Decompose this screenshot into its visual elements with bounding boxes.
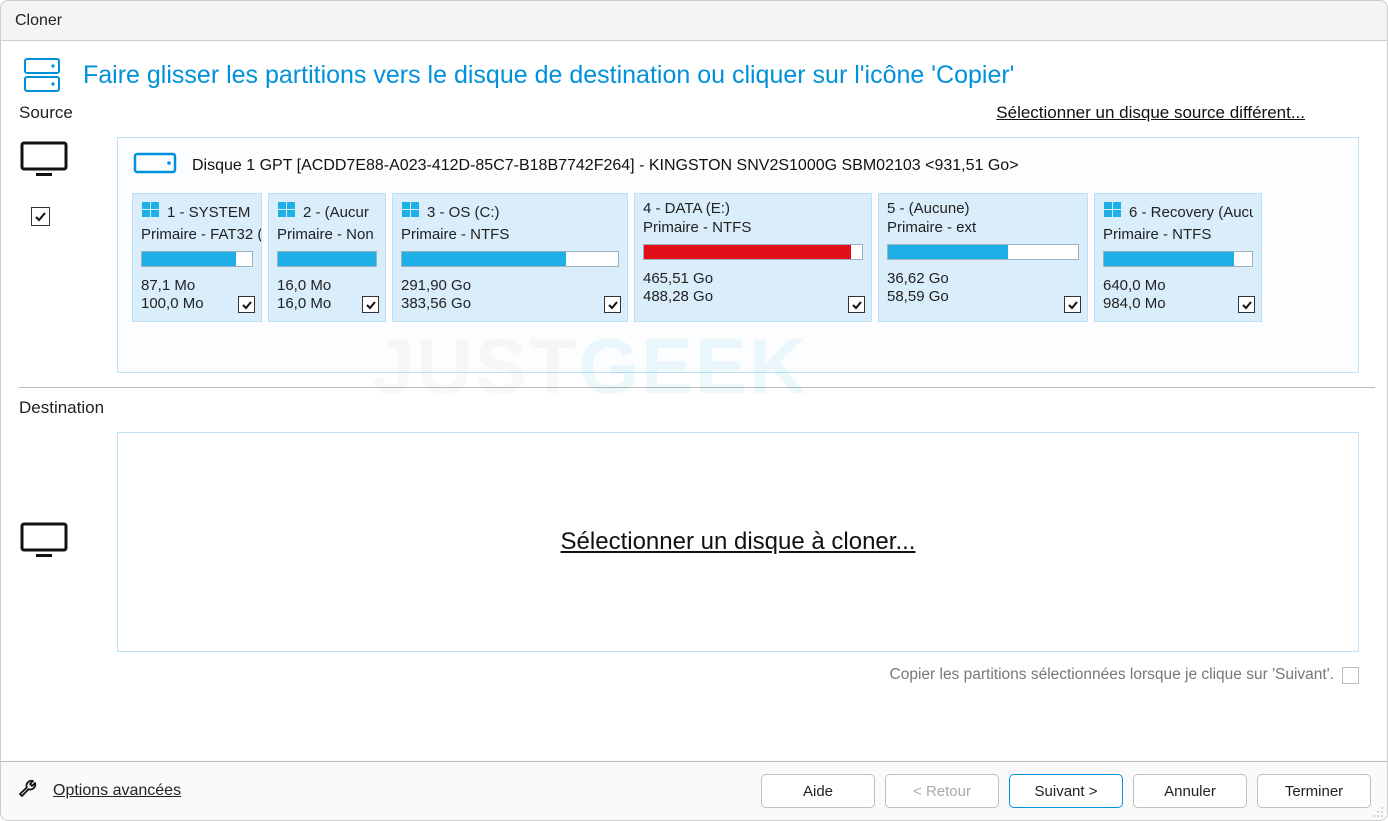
partition-title: 6 - Recovery (Aucu [1129, 204, 1253, 221]
disk-stack-icon [19, 55, 69, 95]
partition-used: 36,62 Go [887, 270, 1079, 288]
destination-label: Destination [19, 398, 109, 418]
destination-area: Sélectionner un disque à cloner... [19, 432, 1375, 652]
disk-title: Disque 1 GPT [ACDD7E88-A023-412D-85C7-B1… [192, 157, 1019, 175]
partition-used: 87,1 Mo [141, 277, 253, 295]
partition-title: 4 - DATA (E:) [643, 200, 730, 217]
help-button[interactable]: Aide [761, 774, 875, 808]
footer: Options avancées Aide < Retour Suivant >… [1, 761, 1387, 820]
usage-bar [401, 251, 619, 267]
usage-bar [887, 244, 1079, 260]
partition-total: 984,0 Mo [1103, 295, 1253, 313]
partition-type: Primaire - NTFS [643, 219, 863, 236]
partition-checkbox[interactable] [1064, 296, 1081, 313]
destination-pane[interactable]: Sélectionner un disque à cloner... [117, 432, 1359, 652]
disk-title-row: Disque 1 GPT [ACDD7E88-A023-412D-85C7-B1… [132, 150, 1344, 181]
resize-grip-icon[interactable] [1372, 805, 1384, 817]
usage-bar [277, 251, 377, 267]
source-label-row: Source Sélectionner un disque source dif… [19, 103, 1375, 123]
partition-card[interactable]: 3 - OS (C:) Primaire - NTFS 291,90 Go383,5… [392, 193, 628, 322]
partition-checkbox[interactable] [1238, 296, 1255, 313]
monitor-icon [19, 518, 69, 566]
app-window: Cloner Faire glisser les partitions vers… [0, 0, 1388, 821]
partition-title: 5 - (Aucune) [887, 200, 970, 217]
advanced-options-link[interactable]: Options avancées [15, 775, 181, 808]
partition-type: Primaire - FAT32 (I [141, 226, 253, 243]
partition-used: 291,90 Go [401, 277, 619, 295]
partition-used: 465,51 Go [643, 270, 863, 288]
dest-label-row: Destination [19, 398, 1375, 418]
divider [19, 387, 1375, 388]
windows-icon [401, 200, 421, 224]
source-disk-pane: Disque 1 GPT [ACDD7E88-A023-412D-85C7-B1… [117, 137, 1359, 373]
header: Faire glisser les partitions vers le dis… [19, 55, 1375, 95]
usage-bar [1103, 251, 1253, 267]
partition-total: 100,0 Mo [141, 295, 253, 313]
instruction-text: Faire glisser les partitions vers le dis… [83, 61, 1014, 90]
partition-used: 640,0 Mo [1103, 277, 1253, 295]
body: Faire glisser les partitions vers le dis… [1, 41, 1387, 753]
partitions-row: 1 - SYSTEM (APrimaire - FAT32 (I87,1 Mo1… [132, 193, 1344, 322]
copy-on-next-label: Copier les partitions sélectionnées lors… [890, 666, 1334, 684]
partition-title: 1 - SYSTEM (A [167, 204, 253, 221]
partition-card[interactable]: 4 - DATA (E:) Primaire - NTFS 465,51 Go488… [634, 193, 872, 322]
disk-icon [132, 150, 178, 181]
partition-checkbox[interactable] [238, 296, 255, 313]
partition-checkbox[interactable] [362, 296, 379, 313]
titlebar: Cloner [1, 1, 1387, 41]
partition-type: Primaire - NTFS [401, 226, 619, 243]
source-area: Disque 1 GPT [ACDD7E88-A023-412D-85C7-B1… [19, 137, 1375, 373]
partition-type: Primaire - Non [277, 226, 377, 243]
usage-bar [141, 251, 253, 267]
source-label: Source [19, 103, 109, 123]
partition-checkbox[interactable] [604, 296, 621, 313]
partition-total: 488,28 Go [643, 288, 863, 306]
partition-checkbox[interactable] [848, 296, 865, 313]
partition-card[interactable]: 2 - (AucurPrimaire - Non16,0 Mo16,0 Mo [268, 193, 386, 322]
wrench-icon [15, 775, 43, 808]
partition-card[interactable]: 5 - (Aucune) Primaire - ext 36,62 Go58,59 … [878, 193, 1088, 322]
partition-type: Primaire - NTFS [1103, 226, 1253, 243]
partition-title: 3 - OS (C:) [427, 204, 500, 221]
back-button[interactable]: < Retour [885, 774, 999, 808]
select-destination-link[interactable]: Sélectionner un disque à cloner... [561, 528, 916, 556]
copy-on-next-checkbox[interactable] [1342, 667, 1359, 684]
partition-total: 383,56 Go [401, 295, 619, 313]
finish-button[interactable]: Terminer [1257, 774, 1371, 808]
window-title: Cloner [15, 12, 62, 30]
windows-icon [1103, 200, 1123, 224]
select-other-source-link[interactable]: Sélectionner un disque source différent.… [996, 103, 1305, 123]
partition-used: 16,0 Mo [277, 277, 377, 295]
windows-icon [141, 200, 161, 224]
partition-card[interactable]: 1 - SYSTEM (A Primaire - FAT32 (I 87,1 Mo1… [132, 193, 262, 322]
copy-on-next-row: Copier les partitions sélectionnées lors… [19, 666, 1375, 684]
partition-title: 2 - (Aucur [303, 204, 369, 221]
usage-bar [643, 244, 863, 260]
source-disk-checkbox[interactable] [31, 207, 50, 226]
cancel-button[interactable]: Annuler [1133, 774, 1247, 808]
monitor-icon [19, 137, 69, 185]
partition-card[interactable]: 6 - Recovery (Aucu Primaire - NTFS 640,0 M… [1094, 193, 1262, 322]
windows-icon [277, 200, 297, 224]
advanced-options-label: Options avancées [53, 782, 181, 800]
partition-total: 58,59 Go [887, 288, 1079, 306]
next-button[interactable]: Suivant > [1009, 774, 1123, 808]
partition-type: Primaire - ext [887, 219, 1079, 236]
